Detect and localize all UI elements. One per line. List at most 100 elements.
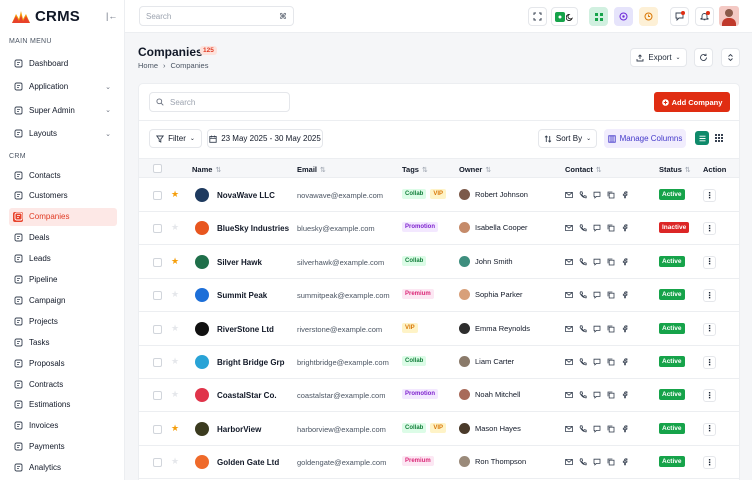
phone-icon[interactable] — [579, 324, 587, 333]
facebook-icon[interactable] — [621, 458, 629, 466]
copy-icon[interactable] — [607, 425, 615, 433]
table-row[interactable]: ★ Golden Gate Ltd goldengate@example.com Pr… — [139, 446, 739, 480]
sidebar-item-projects[interactable]: Projects — [9, 312, 117, 330]
table-row[interactable]: ★ CoastalStar Co. coastalstar@example.com P… — [139, 379, 739, 413]
row-action-button[interactable]: ⋮ — [703, 189, 716, 202]
user-avatar[interactable] — [719, 6, 739, 26]
facebook-icon[interactable] — [621, 191, 629, 199]
star-icon[interactable]: ★ — [171, 356, 179, 367]
company-name[interactable]: Silver Hawk — [217, 258, 262, 267]
chat-icon[interactable] — [593, 391, 601, 400]
facebook-icon[interactable] — [621, 425, 629, 433]
row-action-button[interactable]: ⋮ — [703, 222, 716, 236]
copy-icon[interactable] — [607, 458, 615, 466]
sidebar-item-contracts[interactable]: Contracts — [9, 375, 117, 393]
column-header-tags[interactable]: Tags ⇅ — [402, 165, 428, 174]
grid-view-button[interactable] — [712, 131, 726, 145]
sidebar-item-estimations[interactable]: Estimations — [9, 396, 117, 414]
sort-by-button[interactable]: Sort By ⌄ — [538, 129, 597, 148]
company-name[interactable]: HarborView — [217, 425, 261, 434]
mail-icon[interactable] — [565, 258, 573, 266]
column-header-name[interactable]: Name ⇅ — [192, 165, 221, 174]
chat-icon[interactable] — [593, 191, 601, 199]
select-all-checkbox[interactable] — [153, 164, 162, 173]
sidebar-item-super-admin[interactable]: Super Admin ⌄ — [9, 101, 117, 119]
column-header-status[interactable]: Status ⇅ — [659, 165, 691, 174]
row-action-button[interactable]: ⋮ — [703, 289, 716, 303]
facebook-icon[interactable] — [621, 291, 629, 299]
column-header-owner[interactable]: Owner ⇅ — [459, 165, 491, 174]
filter-button[interactable]: Filter ⌄ — [149, 129, 202, 148]
export-button[interactable]: Export ⌄ — [630, 48, 687, 67]
company-name[interactable]: Summit Peak — [217, 291, 267, 300]
sidebar-item-dashboard[interactable]: Dashboard — [9, 54, 117, 72]
mail-icon[interactable] — [565, 425, 573, 433]
copy-icon[interactable] — [607, 291, 615, 299]
row-action-button[interactable]: ⋮ — [703, 389, 716, 403]
facebook-icon[interactable] — [621, 224, 629, 232]
collapse-header-button[interactable] — [721, 48, 740, 67]
table-row[interactable]: ★ Summit Peak summitpeak@example.com Premiu… — [139, 279, 739, 313]
notifications-button[interactable] — [695, 7, 714, 26]
mail-icon[interactable] — [565, 224, 573, 232]
row-checkbox[interactable] — [153, 358, 162, 367]
sidebar-item-proposals[interactable]: Proposals — [9, 354, 117, 372]
chat-icon[interactable] — [593, 425, 601, 433]
table-row[interactable]: ★ Silver Hawk silverhawk@example.com Collab… — [139, 246, 739, 279]
chat-icon[interactable] — [593, 325, 601, 333]
row-checkbox[interactable] — [153, 458, 162, 468]
star-icon[interactable]: ★ — [171, 189, 179, 200]
fullscreen-button[interactable] — [528, 7, 547, 26]
chat-icon[interactable] — [593, 458, 601, 466]
copy-icon[interactable] — [607, 258, 615, 266]
facebook-icon[interactable] — [621, 324, 629, 333]
sidebar-item-analytics[interactable]: Analytics — [9, 459, 117, 477]
table-search-input[interactable]: Search — [149, 92, 290, 112]
sidebar-item-application[interactable]: Application ⌄ — [9, 78, 117, 96]
sidebar-item-leads[interactable]: Leads — [9, 250, 117, 268]
star-icon[interactable]: ★ — [171, 323, 179, 334]
star-icon[interactable]: ★ — [171, 456, 179, 467]
row-checkbox[interactable] — [153, 424, 162, 434]
mail-icon[interactable] — [565, 291, 573, 299]
row-action-button[interactable]: ⋮ — [703, 322, 716, 336]
phone-icon[interactable] — [579, 358, 587, 366]
chat-icon[interactable] — [593, 258, 601, 266]
company-name[interactable]: BlueSky Industries — [217, 224, 289, 233]
table-row[interactable]: ★ NovaWave LLC novawave@example.com Collab V… — [139, 179, 739, 212]
list-view-button[interactable] — [695, 131, 709, 145]
row-action-button[interactable]: ⋮ — [703, 356, 716, 369]
company-name[interactable]: RiverStone Ltd — [217, 325, 274, 334]
table-row[interactable]: ★ RiverStone Ltd riverstone@example.com VIP… — [139, 313, 739, 346]
row-checkbox[interactable] — [153, 257, 162, 267]
sidebar-item-companies[interactable]: Companies — [9, 207, 117, 226]
mail-icon[interactable] — [565, 458, 573, 466]
sidebar-item-deals[interactable]: Deals — [9, 229, 117, 247]
refresh-button[interactable] — [694, 48, 713, 67]
row-action-button[interactable]: ⋮ — [703, 255, 716, 269]
sidebar-item-payments[interactable]: Payments — [9, 438, 117, 456]
sidebar-item-pipeline[interactable]: Pipeline — [9, 271, 117, 289]
star-icon[interactable]: ★ — [171, 423, 179, 434]
phone-icon[interactable] — [579, 425, 587, 433]
row-action-button[interactable]: ⋮ — [703, 422, 716, 436]
mail-icon[interactable] — [565, 358, 573, 366]
collapse-sidebar-icon[interactable]: |← — [106, 11, 117, 21]
mail-icon[interactable] — [565, 325, 573, 333]
sidebar-item-layouts[interactable]: Layouts ⌄ — [9, 125, 117, 143]
table-row[interactable]: ★ HarborView harborview@example.com Collab V… — [139, 413, 739, 446]
row-checkbox[interactable] — [153, 224, 162, 234]
theme-toggle[interactable] — [551, 7, 578, 26]
date-range-picker[interactable]: 23 May 2025 - 30 May 2025 — [207, 129, 323, 148]
copy-icon[interactable] — [607, 358, 615, 366]
mail-icon[interactable] — [565, 391, 573, 399]
column-header-email[interactable]: Email ⇅ — [297, 165, 326, 174]
sidebar-item-campaign[interactable]: Campaign — [9, 291, 117, 309]
star-icon[interactable]: ★ — [171, 222, 179, 233]
copy-icon[interactable] — [607, 391, 615, 399]
table-row[interactable]: ★ Bright Bridge Grp brightbridge@example.c… — [139, 346, 739, 379]
clock-button[interactable] — [639, 7, 658, 26]
sidebar-item-customers[interactable]: Customers — [9, 187, 117, 205]
company-name[interactable]: NovaWave LLC — [217, 191, 275, 200]
app-logo[interactable]: CRMS — [10, 8, 80, 25]
